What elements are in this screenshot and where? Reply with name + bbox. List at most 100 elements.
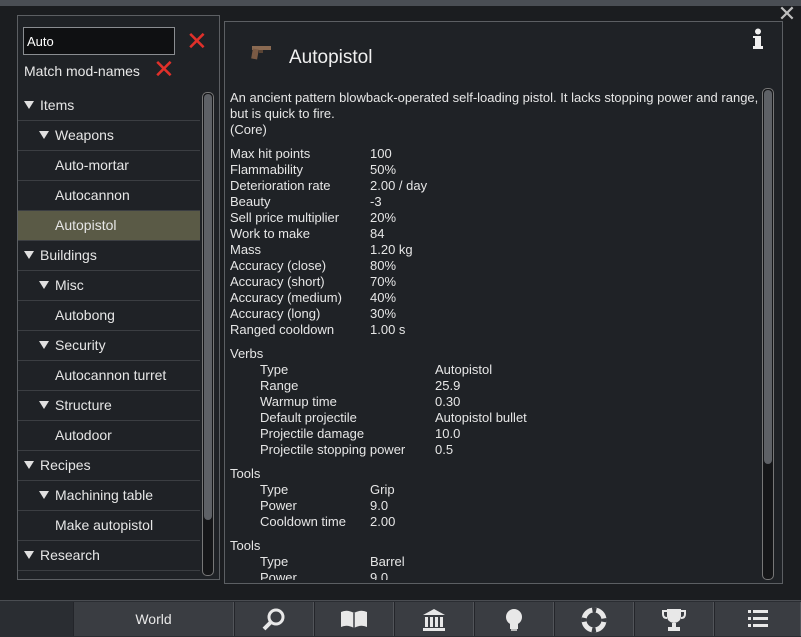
tree-item-label: Autobong (55, 307, 115, 323)
match-mod-names-toggle-icon[interactable]: ✕ (153, 57, 175, 83)
left-scrollbar[interactable] (202, 92, 214, 576)
tree-item-misc[interactable]: Misc (18, 271, 200, 301)
tab-world-label: World (135, 611, 172, 627)
stat-list: Max hit points 100 Flammability 50% Deterior… (230, 146, 760, 338)
verbs-section: Verbs Type Autopistol Range 25.9 Warmup time… (230, 346, 760, 458)
tree-item-research[interactable]: Research (18, 541, 200, 571)
detail-scrollbar[interactable] (762, 88, 774, 580)
stat-row: Sell price multiplier 20% (230, 210, 760, 226)
menu-icon (747, 610, 768, 627)
tab-achievements[interactable] (634, 602, 714, 636)
verb-row-value: 0.30 (435, 394, 461, 409)
tool-row-value: 9.0 (370, 570, 389, 580)
tree-item-buildings[interactable]: Buildings (18, 241, 200, 271)
verb-row-label: Default projectile (260, 410, 357, 425)
stat-row-value: 70% (370, 274, 397, 289)
tab-world[interactable]: World (73, 602, 234, 636)
tree-item-autocannon[interactable]: Autocannon (18, 181, 200, 211)
tree-item-items[interactable]: Items (18, 91, 200, 121)
tree-item-autobong[interactable]: Autobong (18, 301, 200, 331)
stat-row: Mass 1.20 kg (230, 242, 760, 258)
tree-item-autocannon-turret[interactable]: Autocannon turret (18, 361, 200, 391)
stat-row-label: Ranged cooldown (230, 322, 335, 337)
tree-item-machining-table[interactable]: Machining table (18, 481, 200, 511)
stat-row-value: 50% (370, 162, 397, 177)
verbs-list: Type Autopistol Range 25.9 Warmup time 0.30 De… (230, 362, 760, 458)
tab-menu[interactable] (714, 602, 801, 636)
detail-content: An ancient pattern blowback-operated sel… (230, 90, 760, 580)
item-title: Autopistol (289, 47, 373, 68)
tree-item-weapons[interactable]: Weapons (18, 121, 200, 151)
tree-item-auto-mortar[interactable]: Auto-mortar (18, 151, 200, 181)
stat-row-label: Accuracy (short) (230, 274, 325, 289)
tools-section: Tools Type Grip Power 9.0 Cooldown time 2.00 (230, 466, 760, 530)
tree-item-label: Autocannon turret (55, 367, 167, 383)
expand-triangle-icon[interactable] (39, 131, 49, 140)
stat-row: Accuracy (long) 30% (230, 306, 760, 322)
expand-triangle-icon[interactable] (39, 281, 49, 290)
stat-row-value: 84 (370, 226, 385, 241)
expand-triangle-icon[interactable] (24, 251, 34, 260)
item-source: (Core) (230, 122, 267, 137)
verb-row-value: 0.5 (435, 442, 454, 457)
tab-search[interactable] (234, 602, 314, 636)
verb-row-value: Autopistol bullet (435, 410, 527, 425)
verb-row-label: Projectile damage (260, 426, 365, 441)
tool-row: Cooldown time 2.00 (230, 514, 760, 530)
tool-row-value: Grip (370, 482, 395, 497)
tree-item-autodoor[interactable]: Autodoor (18, 421, 200, 451)
stat-row-label: Accuracy (close) (230, 258, 327, 273)
search-icon (262, 608, 285, 631)
expand-triangle-icon[interactable] (24, 101, 34, 110)
tree-item-label: Items (40, 97, 75, 113)
tree-item-label: Structure (55, 397, 112, 413)
detail-scrollbar-thumb[interactable] (764, 90, 772, 464)
stat-row: Beauty -3 (230, 194, 760, 210)
verb-row-label: Projectile stopping power (260, 442, 406, 457)
tool-row-label: Power (260, 570, 297, 580)
stat-row-value: -3 (370, 194, 382, 209)
tool-row-value: 9.0 (370, 498, 389, 513)
left-scrollbar-thumb[interactable] (204, 94, 212, 520)
clear-search-icon[interactable]: ✕ (186, 29, 208, 55)
tree-item-label: Security (55, 337, 106, 353)
expand-triangle-icon[interactable] (24, 551, 34, 560)
stat-row-label: Sell price multiplier (230, 210, 340, 225)
verb-row-value: 25.9 (435, 378, 461, 393)
tool-row-label: Power (260, 498, 297, 513)
stat-row: Accuracy (short) 70% (230, 274, 760, 290)
stat-row-label: Accuracy (long) (230, 306, 321, 321)
stat-row-label: Accuracy (medium) (230, 290, 342, 305)
expand-triangle-icon[interactable] (39, 491, 49, 500)
match-mod-names-label: Match mod-names (24, 63, 140, 79)
tree-item-label: Buildings (40, 247, 97, 263)
tab-research-library[interactable] (314, 602, 394, 636)
tools-heading: Tools (230, 466, 261, 481)
tree-item-label: Weapons (55, 127, 114, 143)
tab-ideas[interactable] (474, 602, 554, 636)
expand-triangle-icon[interactable] (24, 461, 34, 470)
stat-row-value: 30% (370, 306, 397, 321)
tree-item-security[interactable]: Security (18, 331, 200, 361)
tree-item-make-autopistol[interactable]: Make autopistol (18, 511, 200, 541)
info-icon[interactable] (751, 28, 765, 50)
tab-help[interactable] (554, 602, 634, 636)
tree-item-label: Autopistol (55, 217, 117, 233)
main-tab-bar: World (0, 600, 801, 637)
tree-item-autopistol[interactable]: Autopistol (18, 211, 200, 241)
tree-item-structure[interactable]: Structure (18, 391, 200, 421)
tree-item-recipes[interactable]: Recipes (18, 451, 200, 481)
tab-factions[interactable] (394, 602, 474, 636)
tree-item-projects[interactable]: Projects (18, 571, 200, 580)
verb-row-value: Autopistol (435, 362, 493, 377)
expand-triangle-icon[interactable] (39, 401, 49, 410)
tree-item-label: Auto-mortar (55, 157, 129, 173)
building-icon (423, 609, 445, 631)
search-input[interactable] (23, 27, 175, 55)
result-tree: Items Weapons Auto-mortar Autocannon Autopis… (18, 91, 200, 580)
tool-row: Type Barrel (230, 554, 760, 570)
tool-row-label: Type (260, 554, 289, 569)
stat-row: Max hit points 100 (230, 146, 760, 162)
stat-row-value: 80% (370, 258, 397, 273)
expand-triangle-icon[interactable] (39, 341, 49, 350)
